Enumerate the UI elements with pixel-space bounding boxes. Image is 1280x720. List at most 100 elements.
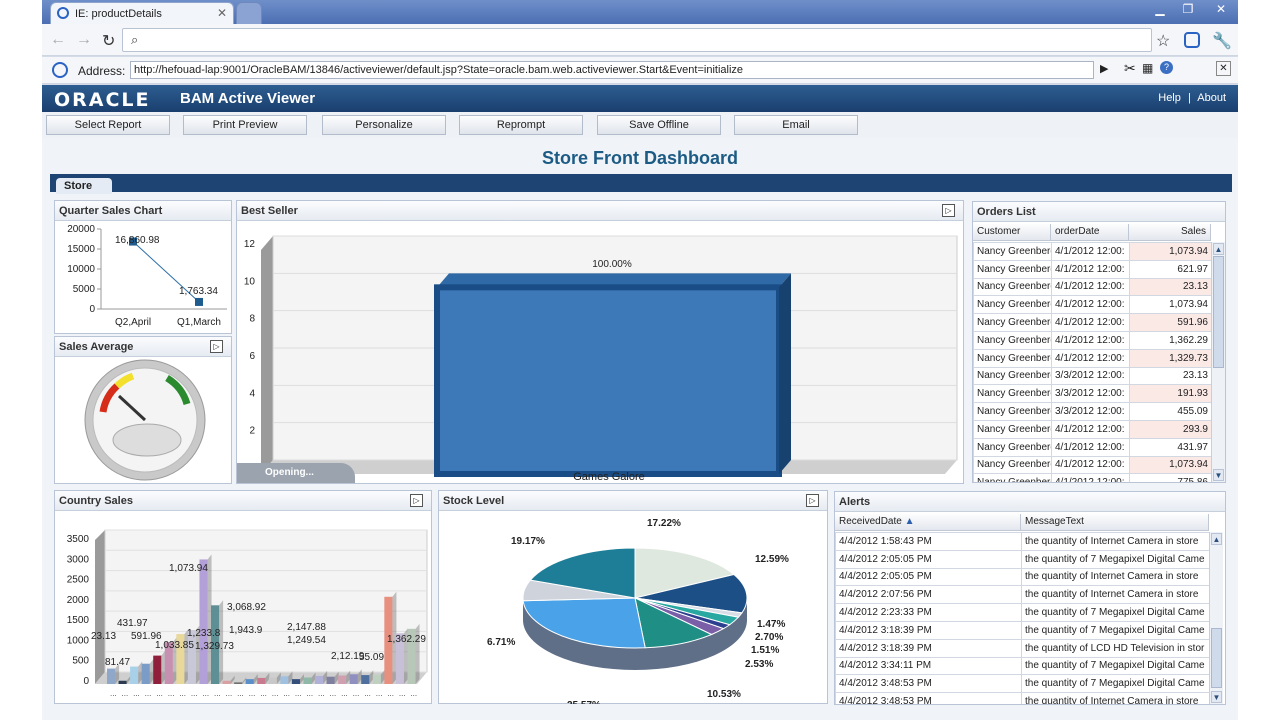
table-row[interactable]: Nancy Greenberg 3/3/2012 12:00: 191.93 [973,384,1211,404]
help-link[interactable]: Help [1158,92,1181,104]
save-offline-button[interactable]: Save Offline [597,115,721,135]
bar-side [779,273,791,474]
tools-icon[interactable]: ✂ [1124,60,1136,77]
bar[interactable] [257,677,266,684]
col-header-orderdate[interactable]: orderDate [1051,224,1129,241]
expand-icon[interactable]: ▷ [942,204,955,217]
col-header-sales[interactable]: Sales [1129,224,1211,241]
browser-toolbar: ← → ↻ ⌕ ☆ 🔧 [42,24,1238,56]
col-header-customer[interactable]: Customer [973,224,1051,241]
cell-customer: Nancy Greenberg [973,384,1052,404]
search-icon: ⌕ [131,32,139,47]
bar[interactable] [315,675,324,684]
personalize-button[interactable]: Personalize [322,115,446,135]
bar[interactable] [199,559,208,684]
star-icon[interactable]: ☆ [1156,31,1170,51]
close-tab-icon[interactable]: ✕ [217,6,227,20]
alerts-scrollbar[interactable]: ▲ ▼ [1209,532,1223,704]
bar[interactable] [153,655,162,684]
wrench-icon[interactable]: 🔧 [1212,31,1232,51]
bar[interactable] [245,679,254,684]
close-bar-icon[interactable]: ✕ [1216,61,1231,76]
table-row[interactable]: Nancy Greenberg 3/3/2012 12:00: 23.13 [973,366,1211,386]
bar[interactable] [361,675,370,684]
restore-icon[interactable]: ❐ [1176,1,1200,17]
email-button[interactable]: Email [734,115,858,135]
table-row[interactable]: Nancy Greenberg 4/1/2012 12:00: 1,362.29 [973,330,1211,350]
scroll-up-icon[interactable]: ▲ [1211,533,1222,545]
col-header-receiveddate[interactable]: ReceivedDate ▲ [835,514,1021,531]
bar[interactable] [222,680,231,684]
bar[interactable] [338,675,347,684]
table-row[interactable]: Nancy Greenberg 4/1/2012 12:00: 591.96 [973,313,1211,332]
scroll-thumb[interactable] [1213,256,1224,368]
slice-label: 2.53% [745,659,773,670]
print-preview-button[interactable]: Print Preview [183,115,307,135]
table-row[interactable]: Nancy Greenberg 4/1/2012 12:00: 293.9 [973,419,1211,439]
table-row[interactable]: 4/4/2012 2:05:05 PM the quantity of 7 Meg… [835,549,1209,569]
scroll-up-icon[interactable]: ▲ [1213,243,1224,255]
bar[interactable] [141,663,150,684]
chart-side-wall [261,236,273,474]
cell-customer: Nancy Greenberg [973,330,1052,350]
reload-icon[interactable]: ↻ [102,31,115,51]
y-tick-label: 5000 [73,284,96,295]
forward-icon[interactable]: → [76,31,92,49]
ie-tab-icon[interactable] [1184,32,1200,48]
table-row[interactable]: Nancy Greenberg 4/1/2012 12:00: 431.97 [973,437,1211,457]
expand-icon[interactable]: ▷ [806,494,819,507]
table-row[interactable]: 4/4/2012 2:07:56 PM the quantity of Inter… [835,585,1209,605]
select-report-button[interactable]: Select Report [46,115,170,135]
bar[interactable] [280,676,289,684]
bar[interactable] [303,677,312,684]
scroll-down-icon[interactable]: ▼ [1211,691,1222,703]
table-row[interactable]: 4/4/2012 3:34:11 PM the quantity of 7 Meg… [835,656,1209,676]
table-row[interactable]: Nancy Greenberg 3/3/2012 12:00: 455.09 [973,402,1211,421]
table-row[interactable]: Nancy Greenberg 4/1/2012 12:00: 1,073.94 [973,295,1211,315]
table-row[interactable]: Nancy Greenberg 4/1/2012 12:00: 1,073.94 [973,242,1211,261]
scroll-down-icon[interactable]: ▼ [1213,469,1224,481]
back-icon[interactable]: ← [50,31,66,49]
table-row[interactable]: Nancy Greenberg 4/1/2012 12:00: 1,329.73 [973,348,1211,368]
browser-tab[interactable]: IE: productDetails ✕ [50,2,234,24]
bar[interactable] [118,680,127,684]
table-row[interactable]: Nancy Greenberg 4/1/2012 12:00: 621.97 [973,259,1211,279]
help-icon[interactable]: ? [1160,61,1173,74]
table-row[interactable]: 4/4/2012 3:48:53 PM the quantity of 7 Meg… [835,674,1209,694]
table-row[interactable]: Nancy Greenberg 4/1/2012 12:00: 1,073.94 [973,455,1211,475]
table-row[interactable]: 4/4/2012 3:48:53 PM the quantity of Inter… [835,692,1209,704]
bar[interactable] [107,668,116,684]
bar[interactable] [234,682,243,684]
bar[interactable] [130,666,139,684]
new-tab-button[interactable] [236,2,262,24]
reprompt-button[interactable]: Reprompt [459,115,583,135]
col-header-messagetext[interactable]: MessageText [1021,514,1209,531]
cell-orderdate: 4/1/2012 12:00: [1051,419,1130,439]
minimize-icon[interactable]: ▁ [1148,1,1172,17]
bar[interactable] [349,674,358,684]
about-link[interactable]: About [1197,92,1226,104]
bar[interactable] [268,677,277,684]
expand-icon[interactable]: ▷ [210,340,223,353]
close-window-icon[interactable]: ✕ [1206,1,1236,17]
bar[interactable] [326,676,335,684]
table-row[interactable]: 4/4/2012 3:18:39 PM the quantity of LCD H… [835,638,1209,658]
omnibox-input[interactable]: ⌕ [122,28,1152,52]
orders-scrollbar[interactable]: ▲ ▼ [1211,242,1225,482]
table-row[interactable]: 4/4/2012 2:05:05 PM the quantity of Inter… [835,567,1209,587]
scroll-thumb[interactable] [1211,628,1222,688]
bar[interactable] [434,284,782,478]
expand-icon[interactable]: ▷ [410,494,423,507]
table-row[interactable]: 4/4/2012 3:18:39 PM the quantity of 7 Meg… [835,620,1209,640]
bar[interactable] [372,674,381,684]
tab-store[interactable]: Store [56,178,112,194]
x-tick-label: ... [122,689,129,698]
address-input[interactable] [130,61,1094,79]
compat-icon[interactable]: ▦ [1142,61,1153,75]
table-row[interactable]: Nancy Greenberg 4/1/2012 12:00: 23.13 [973,277,1211,297]
table-row[interactable]: 4/4/2012 1:58:43 PM the quantity of Inter… [835,532,1209,551]
bar[interactable] [291,679,300,684]
table-row[interactable]: Nancy Greenberg 4/1/2012 12:00: 775.86 [973,473,1211,482]
go-icon[interactable]: ▶ [1100,62,1108,75]
table-row[interactable]: 4/4/2012 2:23:33 PM the quantity of 7 Meg… [835,603,1209,622]
